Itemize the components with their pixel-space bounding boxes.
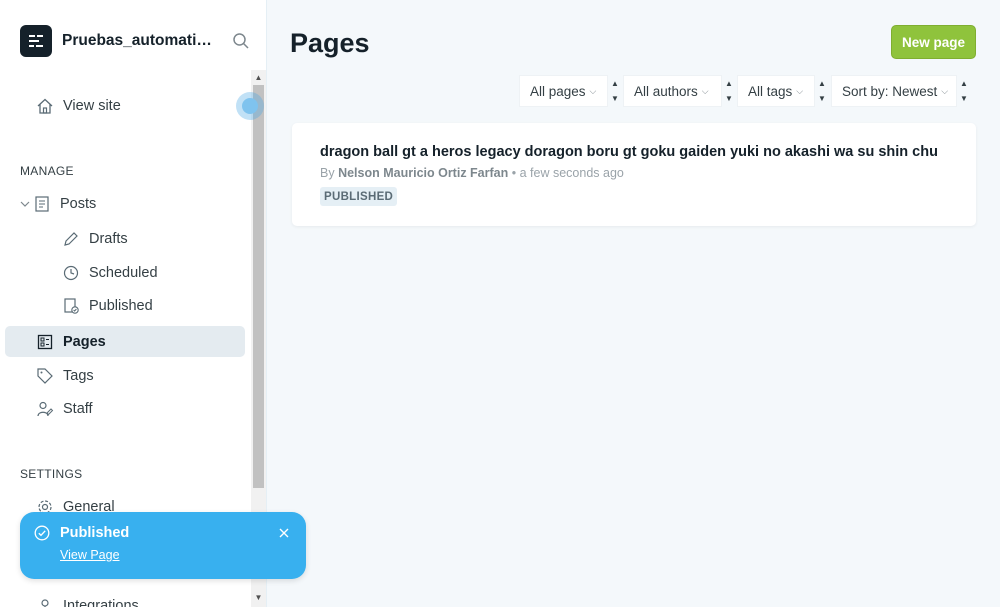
integrations-label: Integrations [63, 598, 139, 607]
scroll-up-arrow-icon[interactable]: ▲ [253, 72, 264, 83]
sidebar-item-integrations[interactable]: Integrations [35, 596, 139, 607]
filter-authors-stepper-icon[interactable]: ▲ ▼ [722, 75, 736, 107]
status-badge: PUBLISHED [320, 187, 398, 206]
page-item-author: Nelson Mauricio Ortiz Farfan [338, 166, 509, 180]
brand: Pruebas_automatic... [20, 25, 250, 57]
check-circle-icon [34, 525, 50, 541]
filter-authors-select[interactable]: All authors ⌵ [623, 75, 722, 107]
filter-tags-select[interactable]: All tags ⌵ [737, 75, 815, 107]
page-item-meta: By Nelson Mauricio Ortiz Farfan • a few … [320, 166, 624, 180]
ghost-logo-icon[interactable] [20, 25, 52, 57]
tags-label: Tags [63, 368, 94, 384]
posts-label: Posts [60, 196, 97, 212]
home-icon [35, 96, 55, 116]
chevron-down-icon: ⌵ [941, 85, 949, 96]
sidebar-item-pages[interactable]: Pages [35, 332, 106, 352]
scroll-indicator-dot [236, 92, 264, 120]
page-item-by: By [320, 166, 335, 180]
clock-icon [61, 263, 81, 283]
filter-type-stepper-icon[interactable]: ▲ ▼ [608, 75, 622, 107]
page-list-item[interactable]: dragon ball gt a heros legacy doragon bo… [292, 123, 976, 226]
filter-type-value: All pages [530, 83, 586, 99]
chevron-down-icon[interactable] [18, 194, 32, 214]
page-item-time: a few seconds ago [519, 166, 624, 180]
new-page-button[interactable]: New page [891, 25, 976, 59]
chevron-down-icon: ⌵ [589, 85, 597, 96]
sidebar-item-drafts[interactable]: Drafts [61, 229, 128, 249]
search-icon[interactable] [232, 32, 250, 50]
page-item-separator: • [511, 166, 517, 180]
pencil-icon [61, 229, 81, 249]
settings-section-label: SETTINGS [20, 467, 83, 481]
page-item-title[interactable]: dragon ball gt a heros legacy doragon bo… [320, 144, 938, 160]
filter-tags-stepper-icon[interactable]: ▲ ▼ [815, 75, 829, 107]
page-title: Pages [290, 28, 370, 58]
published-toast: Published View Page [20, 512, 306, 579]
sidebar-item-tags[interactable]: Tags [35, 366, 94, 386]
sidebar-item-view-site[interactable]: View site [35, 96, 121, 116]
close-icon[interactable] [278, 526, 290, 538]
staff-label: Staff [63, 401, 93, 417]
chevron-down-icon: ⌵ [701, 85, 709, 96]
manage-section-label: MANAGE [20, 164, 74, 178]
pages-label: Pages [63, 334, 106, 350]
staff-icon [35, 399, 55, 419]
scroll-down-arrow-icon[interactable]: ▼ [253, 592, 264, 603]
view-site-label: View site [63, 98, 121, 114]
scheduled-label: Scheduled [89, 265, 158, 281]
published-label: Published [89, 298, 153, 314]
sort-select[interactable]: Sort by: Newest ⌵ [831, 75, 957, 107]
published-icon [61, 296, 81, 316]
sidebar-item-scheduled[interactable]: Scheduled [61, 263, 158, 283]
filter-type-select[interactable]: All pages ⌵ [519, 75, 608, 107]
drafts-label: Drafts [89, 231, 128, 247]
view-page-link[interactable]: View Page [60, 548, 120, 562]
filter-tags-value: All tags [748, 83, 793, 99]
sidebar-item-published[interactable]: Published [61, 296, 153, 316]
tag-icon [35, 366, 55, 386]
filter-authors-value: All authors [634, 83, 698, 99]
pages-icon [35, 332, 55, 352]
integrations-icon [35, 596, 55, 607]
sidebar-item-posts[interactable]: Posts [18, 194, 96, 214]
chevron-down-icon: ⌵ [796, 85, 804, 96]
sort-stepper-icon[interactable]: ▲ ▼ [957, 75, 971, 107]
sidebar-item-staff[interactable]: Staff [35, 399, 93, 419]
site-name[interactable]: Pruebas_automatic... [62, 32, 217, 50]
toast-title: Published [60, 525, 130, 541]
scrollbar-thumb[interactable] [253, 85, 264, 488]
sort-value: Sort by: Newest [842, 83, 938, 99]
posts-icon [32, 194, 52, 214]
